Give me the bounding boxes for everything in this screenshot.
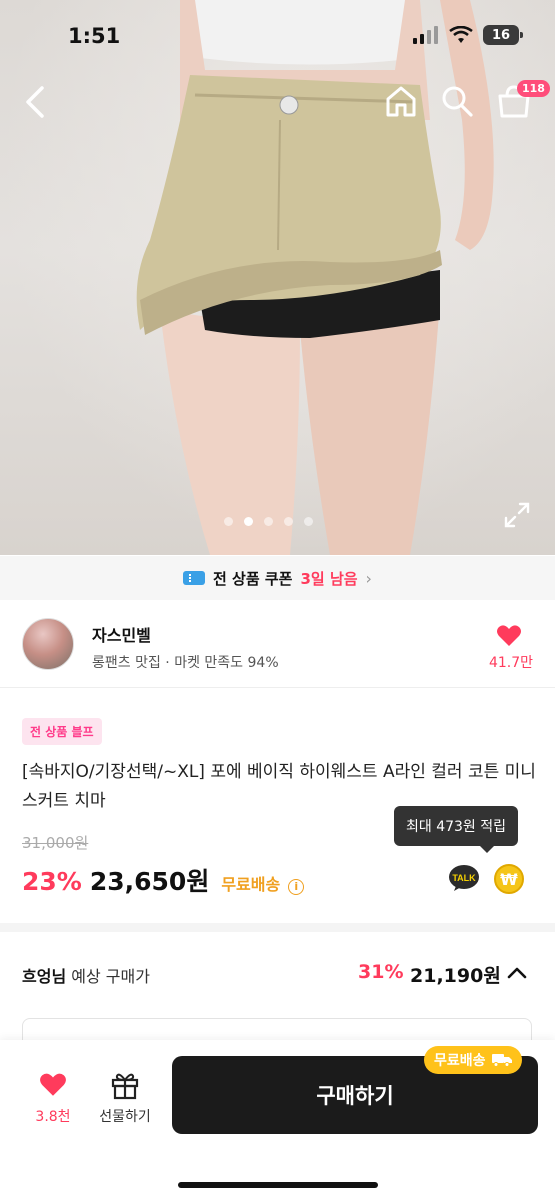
expected-price-row[interactable]: 흐엉님 예상 구매가 31% 21,190원: [0, 941, 555, 1011]
shop-description: 롱팬츠 맛집 · 마켓 만족도 94%: [92, 655, 279, 671]
page-dot-active[interactable]: [244, 517, 253, 526]
expected-discount-rate: 31%: [358, 961, 404, 983]
free-shipping-text: 무료배송: [434, 1053, 486, 1069]
gift-icon: [111, 1073, 139, 1100]
shop-row[interactable]: 자스민벨 롱팬츠 맛집 · 마켓 만족도 94% 41.7만: [0, 604, 555, 688]
expected-price-text: 예상 구매가: [66, 967, 150, 986]
like-count: 3.8천: [35, 1109, 71, 1125]
back-icon[interactable]: [18, 82, 54, 122]
kakao-talk-icon[interactable]: TALK: [448, 864, 480, 892]
cart-count-badge: 118: [517, 80, 550, 97]
gift-label: 선물하기: [99, 1109, 151, 1125]
expected-price: 21,190원: [410, 965, 501, 987]
coupon-banner[interactable]: 전 상품 쿠폰 3일 남음 ›: [0, 556, 555, 600]
points-tooltip: 최대 473원 적립: [394, 806, 519, 853]
top-navigation: [0, 82, 555, 122]
shop-avatar[interactable]: [22, 618, 74, 670]
coupon-remaining: 3일 남음: [300, 569, 358, 588]
product-image[interactable]: 1:51 16 118: [0, 0, 555, 555]
truck-icon: [491, 1054, 512, 1067]
discount-rate: 23%: [22, 867, 82, 896]
status-indicators: 16: [413, 25, 523, 45]
price-row: 23% 23,650원 무료배송 i: [22, 862, 305, 898]
expected-price-label: 흐엉님 예상 구매가: [22, 963, 150, 987]
free-shipping-badge: 무료배송: [424, 1046, 522, 1074]
promo-badge: 전 상품 블프: [22, 718, 102, 745]
page-dot[interactable]: [264, 517, 273, 526]
shop-like-count: 41.7만: [488, 655, 533, 671]
image-pagination: [224, 517, 313, 526]
battery-icon: 16: [483, 25, 523, 45]
search-icon[interactable]: [440, 84, 474, 118]
heart-icon[interactable]: [496, 624, 522, 648]
like-button[interactable]: 3.8천: [28, 1072, 78, 1126]
talk-label: TALK: [452, 873, 476, 883]
expand-icon[interactable]: [504, 502, 530, 528]
gift-button[interactable]: 선물하기: [92, 1070, 158, 1126]
page-dot[interactable]: [304, 517, 313, 526]
shop-name[interactable]: 자스민벨: [92, 622, 151, 646]
home-indicator[interactable]: [178, 1182, 378, 1188]
product-detail-screen: 1:51 16 118 전 상품 쿠폰 3일 남음 › 자스민벨 롱팬츠 맛집 …: [0, 0, 555, 1200]
chevron-right-icon: ›: [365, 568, 372, 588]
page-dot[interactable]: [224, 517, 233, 526]
info-icon[interactable]: i: [288, 878, 305, 895]
coupon-text: 전 상품 쿠폰: [213, 569, 293, 588]
ticket-icon: [183, 571, 206, 585]
home-icon[interactable]: [384, 84, 418, 118]
heart-icon: [40, 1073, 66, 1096]
sale-price: 23,650원: [89, 867, 210, 896]
user-name: 흐엉님: [22, 967, 67, 986]
chevron-up-icon[interactable]: [506, 963, 528, 983]
free-shipping-label: 무료배송: [221, 875, 281, 894]
wifi-icon: [449, 26, 473, 43]
points-coin-icon[interactable]: ₩: [494, 864, 524, 894]
page-dot[interactable]: [284, 517, 293, 526]
signal-icon: [413, 26, 438, 44]
original-price: 31,000원: [22, 834, 89, 852]
status-bar: 1:51 16: [0, 22, 555, 54]
status-time: 1:51: [68, 24, 121, 48]
